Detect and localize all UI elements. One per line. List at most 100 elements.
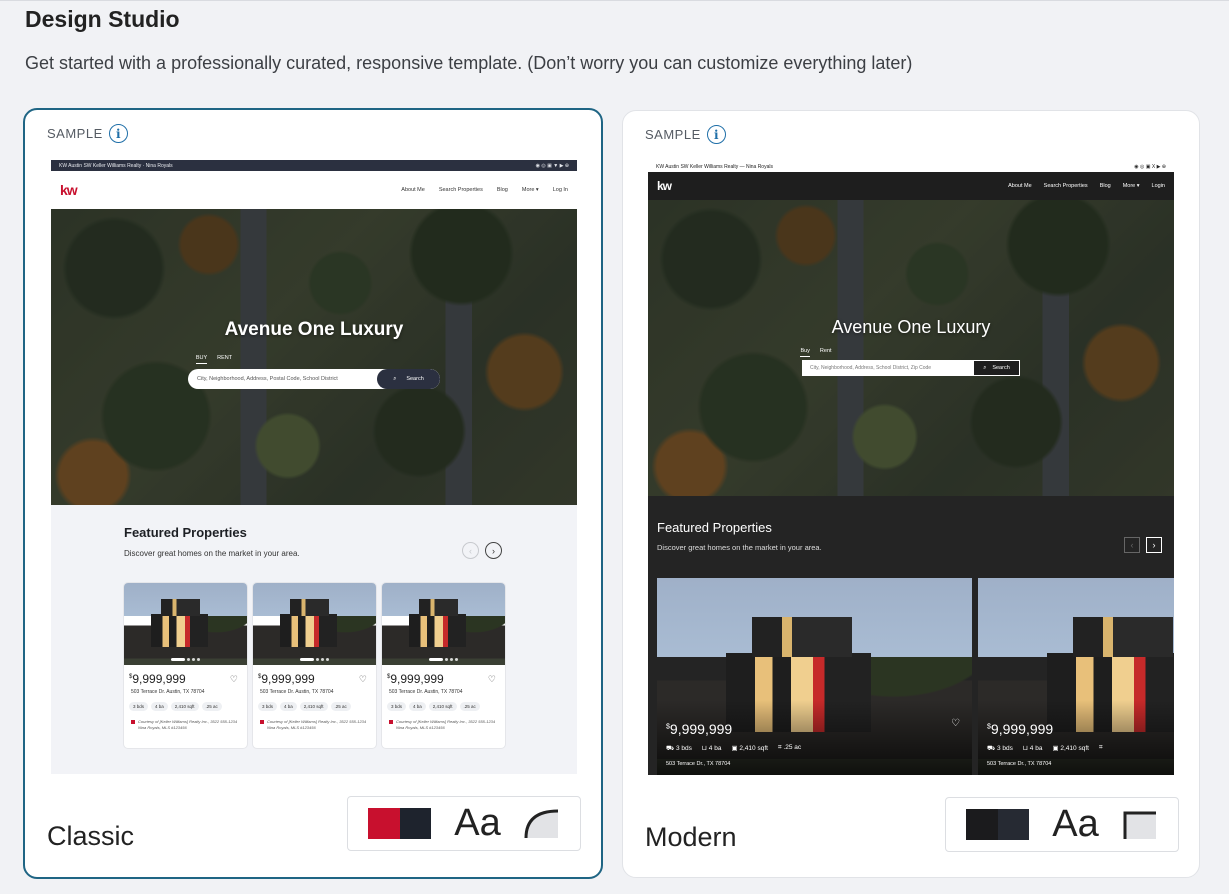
- featured-section: Featured Properties Discover great homes…: [51, 505, 577, 774]
- kw-logo: kw: [60, 182, 78, 198]
- stat-sqft: 2,410 sqft: [170, 702, 199, 711]
- carousel-arrows: ‹ ›: [462, 542, 502, 559]
- nav-item: Search Properties: [1043, 183, 1088, 189]
- top-divider: [0, 0, 1229, 1]
- heart-icon: ♡: [951, 718, 960, 729]
- stat-acres: .25 ac: [459, 702, 480, 711]
- preview-navbar: kw About Me Search Properties Blog More …: [648, 172, 1174, 200]
- info-icon[interactable]: i: [108, 124, 128, 143]
- preview-search-bar: City, Neighborhood, Address, School Dist…: [802, 360, 1020, 376]
- preview-topbar-text: KW Austin SW Keller Williams Realty · Ni…: [59, 162, 173, 169]
- listing-card: $9,999,999 ⛟ 3 bds ⊔ 4 ba ▣ 2,410 sqft ⌗…: [978, 578, 1174, 775]
- listing-cards: $9,999,999 ♡ 503 Terrace Dr. Austin, TX …: [124, 583, 505, 748]
- swatch-color-secondary: [997, 809, 1030, 840]
- listing-price: $9,999,999: [258, 672, 315, 686]
- chevron-left-icon: ‹: [1124, 537, 1140, 553]
- nav-item: About Me: [401, 187, 425, 193]
- listing-card: $9,999,999 ♡ 503 Terrace Dr. Austin, TX …: [253, 583, 376, 748]
- listing-courtesy: Courtesy of [Keller Williams] Realty Inc…: [253, 711, 376, 730]
- heart-icon: ♡: [358, 673, 367, 684]
- template-preview-classic: KW Austin SW Keller Williams Realty · Ni…: [51, 160, 577, 774]
- featured-subtitle: Discover great homes on the market in yo…: [124, 549, 300, 558]
- social-icons: ◉ ◎ ▣ X ▶ ⊕: [1134, 163, 1166, 170]
- preview-nav-links: About Me Search Properties Blog More ▾ L…: [401, 187, 568, 193]
- mls-icon: [260, 720, 264, 724]
- listing-address: 503 Terrace Dr. Austin, TX 78704: [131, 689, 205, 695]
- preview-nav-links: About Me Search Properties Blog More ▾ L…: [1008, 183, 1165, 189]
- carousel-dots: [253, 658, 376, 661]
- sample-label: SAMPLE: [645, 127, 701, 142]
- stat-acres: .25 ac: [330, 702, 351, 711]
- sample-header: SAMPLE i: [47, 124, 128, 143]
- square-corner-icon: [1123, 811, 1156, 839]
- stat-beds: ⛟ 3 bds: [987, 745, 1013, 752]
- stat-baths: 4 ba: [409, 702, 426, 711]
- preview-topbar-text: KW Austin SW Keller Williams Realty — Ni…: [656, 163, 773, 170]
- featured-section: Featured Properties Discover great homes…: [648, 496, 1174, 775]
- swatch-color-primary: [368, 808, 400, 839]
- preview-topbar: KW Austin SW Keller Williams Realty — Ni…: [648, 161, 1174, 172]
- search-placeholder: City, Neighborhood, Address, Postal Code…: [197, 376, 338, 382]
- hero-tab: Buy: [800, 348, 810, 357]
- style-summary: Aa: [347, 796, 581, 851]
- nav-item: Log In: [552, 187, 568, 193]
- featured-title: Featured Properties: [657, 520, 772, 535]
- stat-sqft: 2,410 sqft: [428, 702, 457, 711]
- search-icon: ⌕: [983, 364, 987, 371]
- listing-stats: ⛟ 3 bds ⊔ 4 ba ▣ 2,410 sqft ⌗ .25 ac: [666, 744, 801, 753]
- preview-hero-image: Avenue One Luxury BUY RENT City, Neighbo…: [51, 209, 577, 505]
- swatch-color-primary: [966, 809, 998, 840]
- featured-title: Featured Properties: [124, 525, 247, 540]
- template-name: Classic: [47, 821, 135, 851]
- style-summary: Aa: [945, 797, 1179, 852]
- nav-item: More ▾: [1122, 183, 1140, 189]
- font-sample: Aa: [454, 802, 501, 844]
- chevron-right-icon: ›: [1146, 537, 1162, 553]
- hero-tab: RENT: [217, 355, 233, 361]
- preview-hero-image: Avenue One Luxury Buy Rent City, Neighbo…: [648, 200, 1174, 496]
- preview-search-bar: City, Neighborhood, Address, Postal Code…: [188, 369, 440, 389]
- nav-item: Blog: [1099, 183, 1111, 189]
- listing-price: $9,999,999: [666, 721, 733, 737]
- social-icons: ◉ ◎ ▣ ▼ ▶ ⊕: [535, 162, 569, 169]
- house-photo: [124, 583, 247, 665]
- color-swatch: [368, 808, 432, 839]
- listing-price: $9,999,999: [987, 721, 1054, 737]
- hero-tabs: BUY RENT: [195, 355, 233, 364]
- listing-price: $9,999,999: [129, 672, 186, 686]
- listing-address: 503 Terrace Dr. Austin, TX 78704: [260, 689, 334, 695]
- swatch-color-secondary: [399, 808, 432, 839]
- nav-item: Login: [1151, 183, 1165, 189]
- template-preview-modern: KW Austin SW Keller Williams Realty — Ni…: [648, 161, 1174, 775]
- search-placeholder: City, Neighborhood, Address, School Dist…: [810, 365, 932, 371]
- template-card-modern[interactable]: SAMPLE i KW Austin SW Keller Williams Re…: [622, 110, 1200, 878]
- listing-courtesy: Courtesy of [Keller Williams] Realty Inc…: [124, 711, 247, 730]
- search-button-label: Search: [992, 365, 1010, 371]
- carousel-dots: [124, 658, 247, 661]
- hero-title: Avenue One Luxury: [224, 319, 404, 340]
- sample-label: SAMPLE: [47, 126, 103, 141]
- rounded-corner-icon: [524, 809, 558, 839]
- preview-navbar: kw About Me Search Properties Blog More …: [51, 171, 577, 209]
- listing-cards: ♡ $9,999,999 ⛟ 3 bds ⊔ 4 ba ▣ 2,410 sqft…: [657, 578, 1174, 775]
- carousel-dots: [382, 658, 505, 661]
- search-icon: ⌕: [393, 375, 397, 382]
- info-icon[interactable]: i: [706, 125, 726, 144]
- preview-search-button: ⌕ Search: [973, 360, 1020, 376]
- preview-topbar: KW Austin SW Keller Williams Realty · Ni…: [51, 160, 577, 171]
- heart-icon: ♡: [487, 673, 496, 684]
- nav-item: More ▾: [521, 187, 539, 193]
- listing-price: $9,999,999: [387, 672, 444, 686]
- stat-baths: 4 ba: [151, 702, 168, 711]
- font-sample: Aa: [1052, 803, 1099, 845]
- nav-item: About Me: [1008, 183, 1032, 189]
- house-photo: [382, 583, 505, 665]
- search-button-label: Search: [406, 376, 424, 382]
- nav-item: Blog: [496, 187, 508, 193]
- listing-stats: 3 bds 4 ba 2,410 sqft .25 ac: [253, 695, 376, 711]
- stat-baths: 4 ba: [280, 702, 297, 711]
- stat-baths: ⊔ 4 ba: [1022, 745, 1043, 752]
- template-card-classic[interactable]: SAMPLE i KW Austin SW Keller Williams Re…: [23, 108, 603, 879]
- hero-tab: Rent: [819, 348, 832, 354]
- listing-address: 503 Terrace Dr. Austin, TX 78704: [389, 689, 463, 695]
